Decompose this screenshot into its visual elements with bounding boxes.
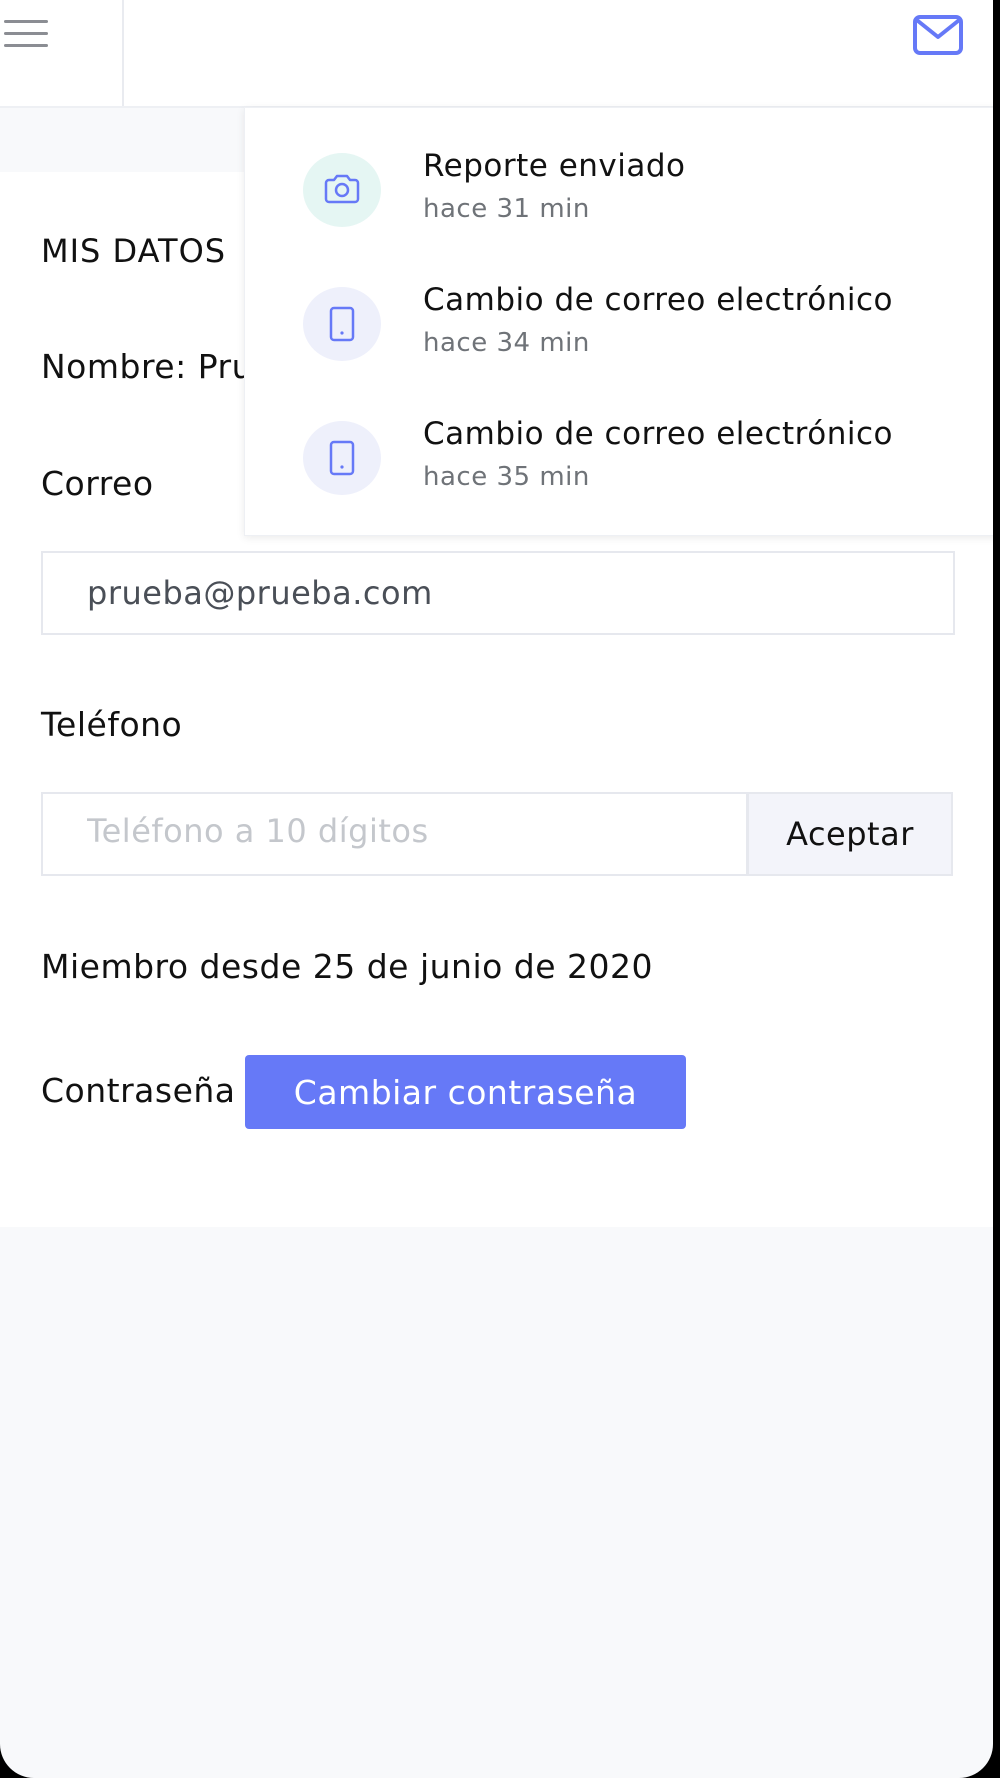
top-bar xyxy=(0,0,993,108)
app-screen: MIS DATOS Nombre: Pru Correo Teléfono Ac… xyxy=(0,0,993,1778)
tablet-icon xyxy=(329,440,355,476)
notification-title: Cambio de correo electrónico xyxy=(423,282,893,318)
notification-time: hace 35 min xyxy=(423,462,590,492)
hamburger-menu-icon[interactable] xyxy=(2,16,50,52)
notification-time: hace 31 min xyxy=(423,194,590,224)
tablet-icon xyxy=(329,306,355,342)
notifications-dropdown: Reporte enviado hace 31 min Cambio de co… xyxy=(244,107,993,536)
notification-title: Cambio de correo electrónico xyxy=(423,416,893,452)
notification-icon-badge xyxy=(303,153,381,227)
camera-icon xyxy=(324,174,360,204)
section-title: MIS DATOS xyxy=(41,232,227,270)
mail-icon[interactable] xyxy=(912,14,964,56)
phone-field[interactable] xyxy=(41,792,748,876)
notification-item[interactable]: Cambio de correo electrónico hace 35 min xyxy=(245,376,993,510)
notification-item[interactable]: Cambio de correo electrónico hace 34 min xyxy=(245,242,993,376)
notification-title: Reporte enviado xyxy=(423,148,686,184)
correo-label: Correo xyxy=(41,464,154,503)
telefono-label: Teléfono xyxy=(41,705,183,744)
notification-icon-badge xyxy=(303,421,381,495)
contrasena-label: Contraseña xyxy=(41,1071,236,1110)
member-since-text: Miembro desde 25 de junio de 2020 xyxy=(41,947,654,986)
email-field[interactable] xyxy=(41,551,955,635)
aceptar-button[interactable]: Aceptar xyxy=(747,792,953,876)
notification-time: hace 34 min xyxy=(423,328,590,358)
notification-item[interactable]: Reporte enviado hace 31 min xyxy=(245,108,993,242)
notification-icon-badge xyxy=(303,287,381,361)
nombre-label: Nombre: Pru xyxy=(41,347,254,386)
header-divider xyxy=(122,0,124,106)
change-password-button[interactable]: Cambiar contraseña xyxy=(245,1055,686,1129)
